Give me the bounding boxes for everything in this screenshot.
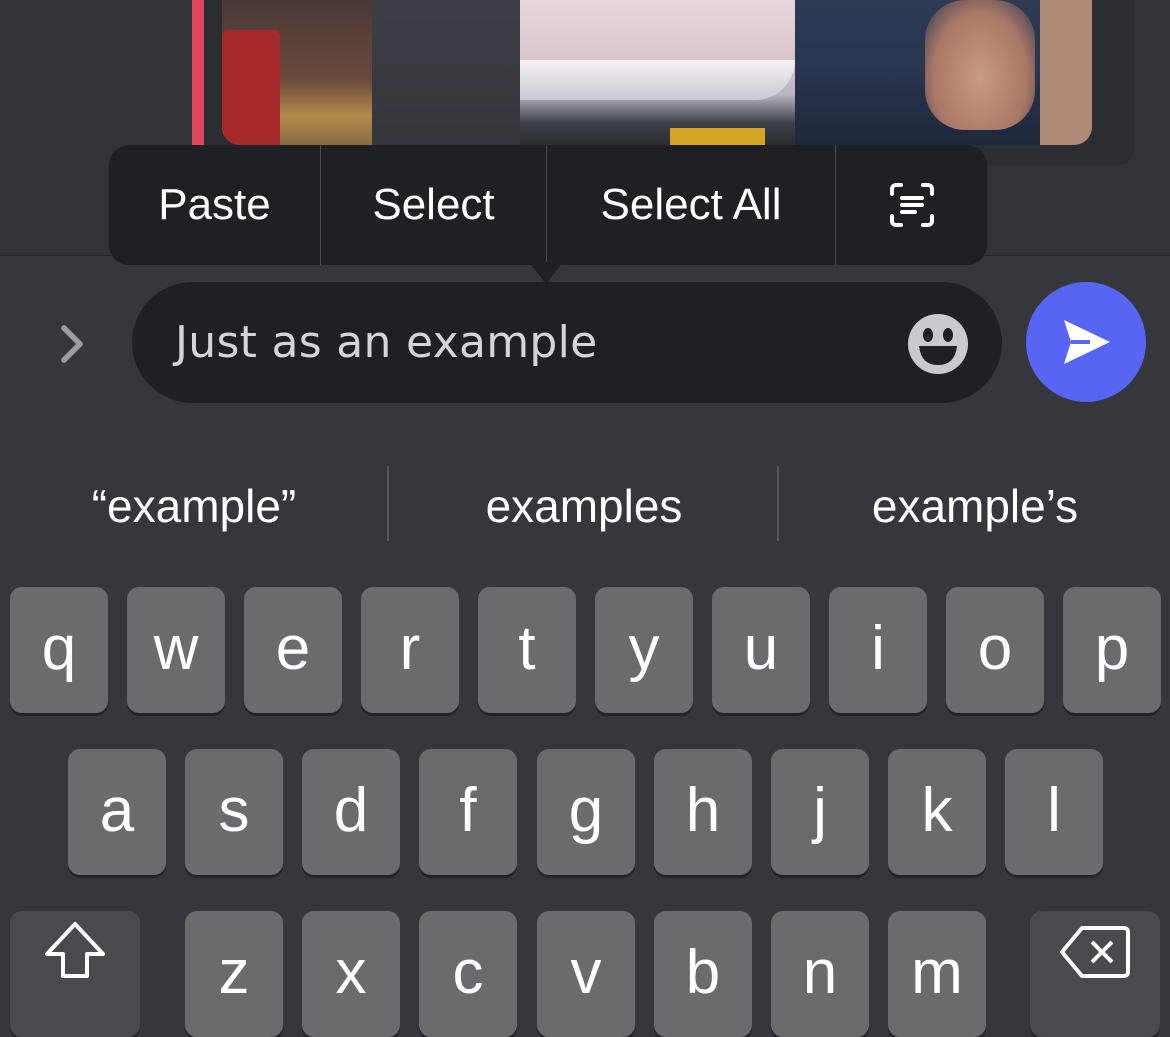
key-label: z xyxy=(218,937,250,1007)
key-label: g xyxy=(568,775,604,845)
key-label: w xyxy=(153,613,199,683)
key-label: r xyxy=(399,613,421,683)
key-l[interactable]: l xyxy=(1005,749,1103,875)
expand-actions-button[interactable] xyxy=(50,318,94,370)
key-label: e xyxy=(275,613,311,683)
embed-accent-bar xyxy=(192,0,204,145)
key-r[interactable]: r xyxy=(361,587,459,713)
backspace-icon xyxy=(1060,926,1130,978)
thumbnail-segment xyxy=(372,0,520,145)
key-i[interactable]: i xyxy=(829,587,927,713)
message-input-text[interactable]: Just as an example xyxy=(175,312,598,374)
key-label: h xyxy=(685,775,721,845)
key-d[interactable]: d xyxy=(302,749,400,875)
key-label: x xyxy=(335,937,367,1007)
key-label: i xyxy=(871,613,885,683)
key-label: f xyxy=(459,775,477,845)
send-arrow-icon xyxy=(1064,320,1110,364)
key-label: t xyxy=(518,613,536,683)
key-label: n xyxy=(802,937,838,1007)
scan-text-menu-item[interactable] xyxy=(836,145,987,265)
key-label: u xyxy=(743,613,779,683)
key-g[interactable]: g xyxy=(537,749,635,875)
chevron-right-icon xyxy=(61,325,83,363)
key-label: m xyxy=(911,937,963,1007)
key-label: l xyxy=(1047,775,1061,845)
suggestion-separator xyxy=(777,466,779,541)
thumbnail-segment xyxy=(520,0,795,145)
key-q[interactable]: q xyxy=(10,587,108,713)
scan-text-icon xyxy=(889,183,934,227)
select-all-menu-item[interactable]: Select All xyxy=(547,145,835,265)
delete-key[interactable] xyxy=(1030,911,1160,1037)
send-button[interactable] xyxy=(1026,282,1146,402)
key-w[interactable]: w xyxy=(127,587,225,713)
key-f[interactable]: f xyxy=(419,749,517,875)
edit-context-menu: Paste Select Select All xyxy=(109,145,987,265)
suggestion-item[interactable]: “example” xyxy=(0,468,388,543)
key-label: p xyxy=(1094,613,1130,683)
key-y[interactable]: y xyxy=(595,587,693,713)
shift-arrow-icon xyxy=(45,922,105,978)
select-menu-item[interactable]: Select xyxy=(321,145,546,265)
emoji-button[interactable] xyxy=(906,312,970,376)
key-s[interactable]: s xyxy=(185,749,283,875)
paste-menu-item[interactable]: Paste xyxy=(109,145,320,265)
key-h[interactable]: h xyxy=(654,749,752,875)
key-label: v xyxy=(570,937,602,1007)
key-label: a xyxy=(99,775,135,845)
key-label: y xyxy=(628,613,660,683)
key-label: d xyxy=(333,775,369,845)
key-j[interactable]: j xyxy=(771,749,869,875)
key-x[interactable]: x xyxy=(302,911,400,1037)
key-label: q xyxy=(41,613,77,683)
thumbnail-segment xyxy=(222,0,372,145)
key-c[interactable]: c xyxy=(419,911,517,1037)
video-thumbnail[interactable] xyxy=(222,0,1092,145)
key-u[interactable]: u xyxy=(712,587,810,713)
suggestion-item[interactable]: example’s xyxy=(780,468,1170,543)
key-e[interactable]: e xyxy=(244,587,342,713)
key-b[interactable]: b xyxy=(654,911,752,1037)
key-label: o xyxy=(977,613,1013,683)
key-z[interactable]: z xyxy=(185,911,283,1037)
emoji-smile-icon xyxy=(908,314,968,374)
shift-key[interactable] xyxy=(10,911,140,1037)
key-v[interactable]: v xyxy=(537,911,635,1037)
key-m[interactable]: m xyxy=(888,911,986,1037)
key-a[interactable]: a xyxy=(68,749,166,875)
suggestion-separator xyxy=(387,466,389,541)
key-n[interactable]: n xyxy=(771,911,869,1037)
key-k[interactable]: k xyxy=(888,749,986,875)
thumbnail-segment xyxy=(795,0,1092,145)
key-label: c xyxy=(452,937,484,1007)
menu-pointer xyxy=(529,262,563,284)
key-label: j xyxy=(813,775,827,845)
key-label: b xyxy=(685,937,721,1007)
suggestion-item[interactable]: examples xyxy=(390,468,778,543)
key-t[interactable]: t xyxy=(478,587,576,713)
key-p[interactable]: p xyxy=(1063,587,1161,713)
key-label: s xyxy=(218,775,250,845)
key-o[interactable]: o xyxy=(946,587,1044,713)
key-label: k xyxy=(921,775,953,845)
